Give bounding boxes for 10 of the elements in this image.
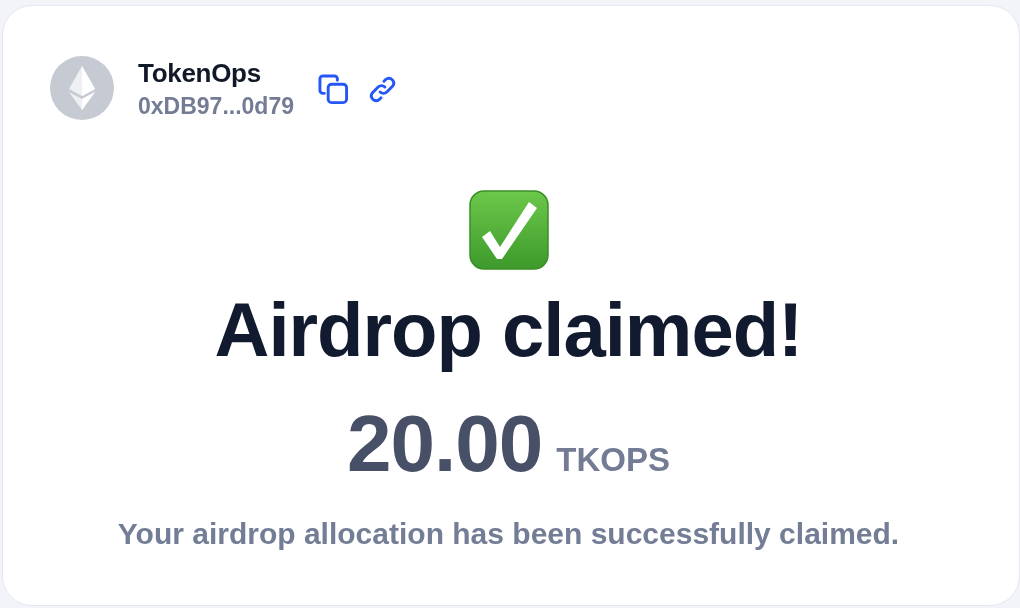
copy-button[interactable] <box>318 73 349 105</box>
wallet-address: 0xDB97...0d79 <box>138 93 294 119</box>
amount-value: 20.00 <box>347 403 543 484</box>
check-mark-icon <box>468 190 549 270</box>
account-name: TokenOps <box>138 59 262 88</box>
ethereum-icon <box>50 56 114 120</box>
status-message: Your airdrop allocation has been successfully claimed. <box>117 516 900 551</box>
token-symbol: TKOPS <box>556 440 670 479</box>
status-title: Airdrop claimed! <box>214 288 803 372</box>
copy-icon <box>318 73 349 105</box>
